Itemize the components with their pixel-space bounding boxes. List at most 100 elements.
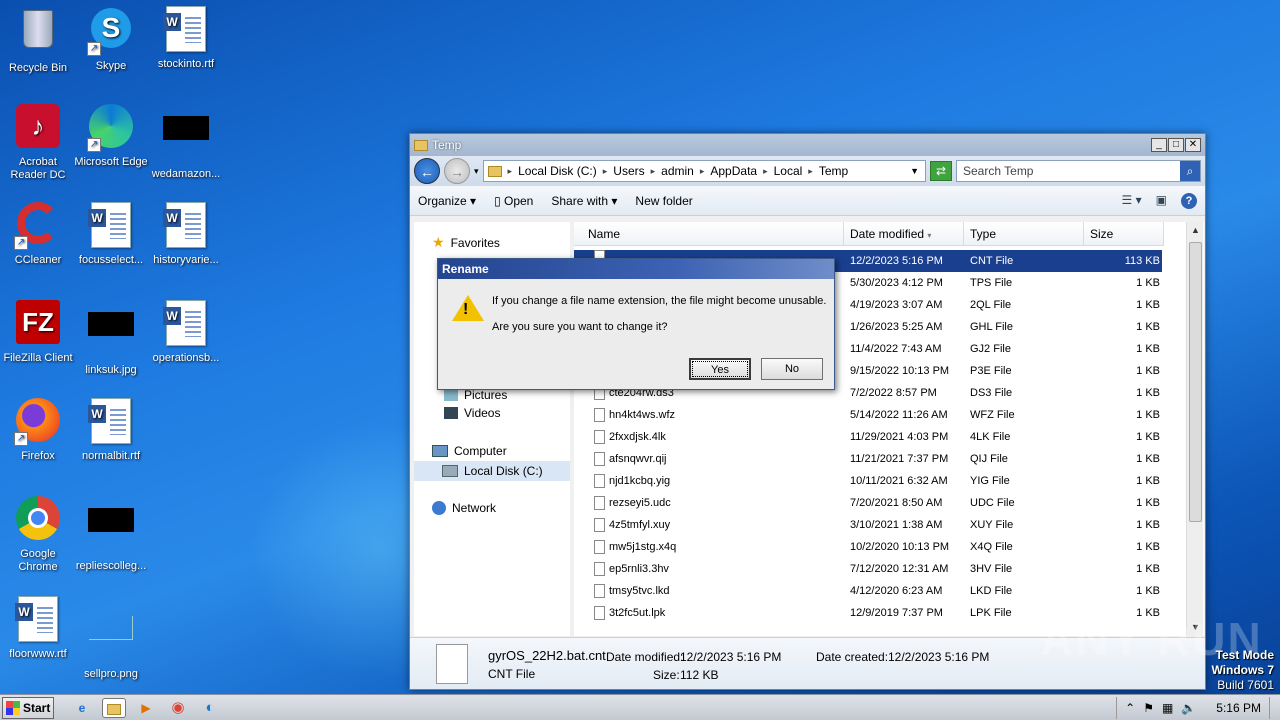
clock[interactable]: 5:16 PM <box>1216 701 1261 715</box>
breadcrumb-appdata[interactable]: AppData <box>710 164 757 178</box>
nav-item-favorites[interactable]: ★ Favorites <box>432 234 500 251</box>
details-size: 112 KB <box>680 668 719 682</box>
table-row[interactable]: 2fxxdjsk.4lk 11/29/2021 4:03 PM 4LK File 1 … <box>574 426 1162 448</box>
file-type-cell: WFZ File <box>970 409 1015 421</box>
nav-item-local-disk[interactable]: Local Disk (C:) <box>414 461 570 481</box>
breadcrumb-admin[interactable]: admin <box>661 164 694 178</box>
breadcrumb-local[interactable]: Local <box>774 164 803 178</box>
vertical-scrollbar[interactable]: ▲ ▼ <box>1186 222 1203 636</box>
column-header-type[interactable]: Type <box>964 222 1084 246</box>
start-button[interactable]: Start <box>2 696 54 719</box>
file-size-cell: 1 KB <box>1136 409 1160 421</box>
table-row[interactable]: njd1kcbq.yig 10/11/2021 6:32 AM YIG File 1 … <box>574 470 1162 492</box>
help-icon[interactable]: ? <box>1181 192 1197 209</box>
table-row[interactable]: ep5rnli3.3hv 7/12/2020 12:31 AM 3HV File 1 … <box>574 558 1162 580</box>
search-input[interactable]: Search Temp ⌕ <box>956 160 1201 182</box>
edge-taskbar-icon[interactable]: ◐ <box>198 698 222 718</box>
table-row[interactable]: rezseyi5.udc 7/20/2021 8:50 AM UDC File 1 K… <box>574 492 1162 514</box>
internet-explorer-icon[interactable]: e <box>70 698 94 718</box>
desktop-icon-focusselect[interactable]: W focusselect... <box>73 202 149 267</box>
desktop-icon-filezilla[interactable]: FZ FileZilla Client <box>0 300 76 365</box>
command-bar: Organize ▾ ▯ Open Share with ▾ New folde… <box>410 186 1205 216</box>
volume-icon[interactable]: 🔈 <box>1181 701 1196 715</box>
table-row[interactable]: tmsy5tvc.lkd 4/12/2020 6:23 AM LKD File 1 K… <box>574 580 1162 602</box>
media-player-icon[interactable]: ▶ <box>134 698 158 718</box>
scrollbar-thumb[interactable] <box>1189 242 1202 522</box>
preview-pane-icon[interactable]: ▣ <box>1156 193 1167 209</box>
file-date-cell: 11/4/2022 7:43 AM <box>850 343 942 355</box>
desktop-icon-operationsb[interactable]: W operationsb... <box>148 300 224 365</box>
search-icon[interactable]: ⌕ <box>1180 161 1200 181</box>
open-button[interactable]: ▯ Open <box>494 194 533 208</box>
videos-icon <box>444 407 458 419</box>
file-name-cell: ep5rnli3.3hv <box>594 558 669 580</box>
organize-button[interactable]: Organize ▾ <box>418 194 476 208</box>
share-with-button[interactable]: Share with ▾ <box>551 194 617 208</box>
desktop-icon-repliescolleg[interactable]: repliescolleg... <box>73 496 149 573</box>
desktop-icon-wedamazon[interactable]: wedamazon... <box>148 104 224 181</box>
new-folder-button[interactable]: New folder <box>635 194 692 208</box>
desktop-icon-normalbit[interactable]: W normalbit.rtf <box>73 398 149 463</box>
file-size-cell: 1 KB <box>1136 343 1160 355</box>
firefox-icon: ↗ <box>14 398 62 446</box>
nav-item-pictures[interactable]: Pictures <box>444 388 507 402</box>
show-hidden-icons-icon[interactable]: ⌃ <box>1125 701 1135 715</box>
desktop-icon-acrobat[interactable]: ♪ Acrobat Reader DC <box>0 104 76 182</box>
address-bar[interactable]: ▸ Local Disk (C:) ▸ Users ▸ admin ▸ AppD… <box>482 160 926 182</box>
desktop-icon-chrome[interactable]: Google Chrome <box>0 496 76 574</box>
breadcrumb-users[interactable]: Users <box>613 164 644 178</box>
refresh-button[interactable]: ⇄ <box>930 161 952 181</box>
file-date-cell: 1/26/2023 5:25 AM <box>850 321 943 333</box>
test-mode-notice: Test Mode Windows 7 Build 7601 <box>1211 648 1274 692</box>
table-row[interactable]: hn4kt4ws.wfz 5/14/2022 11:26 AM WFZ File 1 … <box>574 404 1162 426</box>
dialog-title[interactable]: Rename <box>438 259 834 279</box>
table-row[interactable]: mw5j1stg.x4q 10/2/2020 10:13 PM X4Q File 1 … <box>574 536 1162 558</box>
file-size-cell: 1 KB <box>1136 497 1160 509</box>
desktop-icon-firefox[interactable]: ↗ Firefox <box>0 398 76 463</box>
table-row[interactable]: afsnqwvr.qij 11/21/2021 7:37 PM QIJ File 1 … <box>574 448 1162 470</box>
file-date-cell: 12/2/2023 5:16 PM <box>850 255 943 267</box>
breadcrumb-temp[interactable]: Temp <box>819 164 848 178</box>
folder-icon <box>414 139 428 151</box>
recent-pages-chevron-icon[interactable]: ▾ <box>474 166 479 177</box>
table-row[interactable]: 4z5tmfyl.xuy 3/10/2021 1:38 AM XUY File 1 K… <box>574 514 1162 536</box>
scroll-up-icon[interactable]: ▲ <box>1187 222 1204 239</box>
back-button[interactable]: ← <box>414 158 440 184</box>
desktop-icon-historyvarie[interactable]: W historyvarie... <box>148 202 224 267</box>
folder-icon <box>487 165 502 177</box>
column-header-date[interactable]: Date modified ▾ <box>844 222 964 246</box>
nav-item-computer[interactable]: Computer <box>432 444 507 458</box>
redacted-thumbnail-icon <box>87 508 135 556</box>
explorer-taskbar-icon[interactable] <box>102 697 126 718</box>
chrome-taskbar-icon[interactable]: ◉ <box>166 698 190 718</box>
close-button[interactable]: ✕ <box>1185 138 1201 152</box>
desktop-icon-skype[interactable]: S ↗ Skype <box>73 6 149 73</box>
view-options-icon[interactable]: ☰ ▾ <box>1122 193 1142 209</box>
no-button[interactable]: No <box>761 358 823 380</box>
desktop-icon-recycle-bin[interactable]: Recycle Bin <box>0 6 76 75</box>
column-header-name[interactable]: Name <box>574 222 844 246</box>
desktop-icon-sellpro[interactable]: sellpro.png <box>73 596 149 681</box>
forward-button[interactable]: → <box>444 158 470 184</box>
dialog-question: Are you sure you want to change it? <box>492 321 668 333</box>
file-type-cell: 3HV File <box>970 563 1013 575</box>
nav-item-network[interactable]: Network <box>432 501 496 515</box>
file-type-cell: QIJ File <box>970 453 1008 465</box>
desktop-icon-linksuk[interactable]: linksuk.jpg <box>73 300 149 377</box>
explorer-title-bar[interactable]: Temp _ □ ✕ <box>410 134 1205 156</box>
breadcrumb-local-disk[interactable]: Local Disk (C:) <box>518 164 597 178</box>
yes-button[interactable]: Yes <box>689 358 751 380</box>
address-dropdown-icon[interactable]: ▼ <box>910 166 919 176</box>
network-tray-icon[interactable]: ▦ <box>1162 701 1173 715</box>
file-size-cell: 1 KB <box>1136 387 1160 399</box>
action-center-icon[interactable]: ⚑ <box>1143 701 1154 715</box>
desktop-icon-floorwww[interactable]: W floorwww.rtf <box>0 596 76 661</box>
word-document-icon: W <box>162 300 210 348</box>
maximize-button[interactable]: □ <box>1168 138 1184 152</box>
nav-item-videos[interactable]: Videos <box>444 406 500 420</box>
desktop-icon-edge[interactable]: ↗ Microsoft Edge <box>73 104 149 169</box>
desktop-icon-stockinto[interactable]: W stockinto.rtf <box>148 6 224 71</box>
column-header-size[interactable]: Size <box>1084 222 1164 246</box>
desktop-icon-ccleaner[interactable]: ↗ CCleaner <box>0 202 76 267</box>
minimize-button[interactable]: _ <box>1151 138 1167 152</box>
